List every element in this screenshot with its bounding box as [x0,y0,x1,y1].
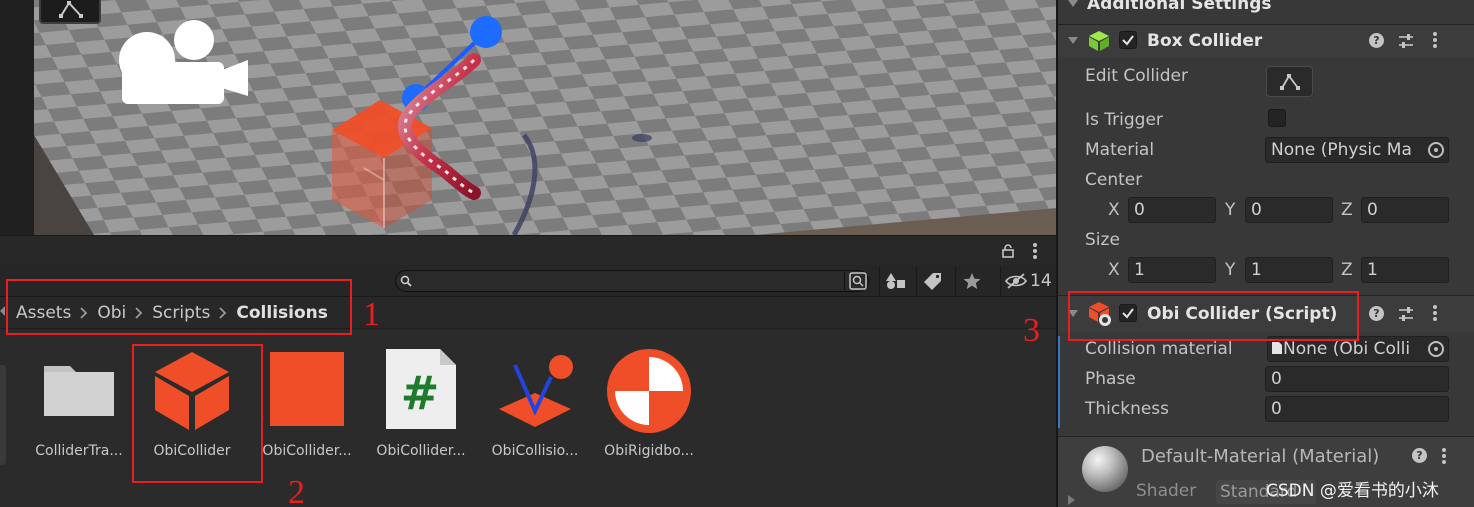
watermark: CSDN @爱看书的小沐 [1266,481,1439,501]
orange-square-icon [270,352,344,426]
panel-resize-handle[interactable] [0,365,6,465]
center-x-field[interactable]: 0 [1128,197,1216,223]
annotation-box-3 [1068,291,1359,341]
asset-item-obicollision-material[interactable]: ObiCollisio... [473,345,597,475]
center-z-field[interactable]: 0 [1361,197,1449,223]
scene-view[interactable] [0,0,1056,235]
search-input[interactable] [395,270,869,292]
preset-sliders-icon[interactable] [1397,305,1415,323]
is-trigger-checkbox[interactable] [1268,109,1286,127]
preset-sliders-icon[interactable] [1397,32,1415,50]
annotation-number-1: 1 [363,296,380,333]
asset-item-obicollider-2[interactable]: ObiCollider... [245,345,369,475]
svg-text:#: # [401,366,440,420]
lock-icon[interactable] [1001,244,1015,258]
scene-left-panel [0,0,34,235]
size-y-field[interactable]: 1 [1245,257,1333,283]
size-z-field[interactable]: 1 [1361,257,1449,283]
edit-collider-icon [59,1,83,18]
filter-by-type-button[interactable] [879,266,911,296]
material-title: Default-Material (Material) [1141,446,1380,467]
edit-collider-button[interactable] [1266,66,1313,97]
shader-label: Shader [1136,481,1197,501]
box-collider-icon [1089,31,1109,51]
is-trigger-label: Is Trigger [1085,110,1163,130]
search-by-type-icon[interactable] [848,271,868,291]
annotation-number-2: 2 [288,474,305,507]
csharp-script-icon: # [386,349,456,429]
object-picker-icon[interactable] [1428,341,1444,357]
search-icon [400,275,412,287]
asset-label: ObiCollider... [262,443,352,459]
size-z-label: Z [1341,260,1353,280]
material-value: None (Physic Ma [1271,140,1412,160]
help-icon[interactable]: ? [1412,448,1427,463]
collision-material-value: None (Obi Colli [1283,339,1411,359]
phase-field[interactable]: 0 [1265,366,1449,392]
asset-item-obicollider-script[interactable]: # ObiCollider... [359,345,483,475]
size-y-label: Y [1225,260,1236,280]
box-collider-title: Box Collider [1147,31,1263,51]
star-icon [963,273,980,289]
annotation-number-3: 3 [1023,312,1040,349]
eye-slash-icon [1005,273,1027,289]
thickness-label: Thickness [1085,399,1170,419]
asset-item-collidertracker[interactable]: ColliderTra... [17,345,141,475]
favorites-button[interactable] [955,266,987,296]
folder-icon [44,366,114,416]
component-menu-kebab-icon[interactable] [1433,32,1437,50]
edit-collider-icon [1279,73,1300,90]
size-label: Size [1085,230,1120,250]
asset-label: ObiRigidbo... [604,443,694,459]
phase-label: Phase [1085,369,1136,389]
edit-collider-gizmo-button[interactable] [39,0,101,24]
box-collider-enabled-checkbox[interactable] [1119,31,1137,49]
asset-label: ObiCollisio... [491,443,579,459]
file-icon [1272,342,1282,354]
material-label: Material [1085,140,1155,160]
additional-settings-title: Additional Settings [1087,0,1272,14]
filter-by-label-button[interactable] [916,266,948,296]
help-icon[interactable]: ? [1369,33,1384,48]
center-y-field[interactable]: 0 [1245,197,1333,223]
foldout-arrow-icon[interactable] [1068,495,1075,505]
search-separator [844,272,845,290]
collapse-arrow-icon[interactable] [0,306,5,316]
size-x-field[interactable]: 1 [1128,257,1216,283]
project-window-header [0,235,1056,265]
help-icon[interactable]: ? [1369,306,1384,321]
modified-indicator-bar [1058,336,1060,428]
obi-collision-material-icon [499,355,573,427]
component-menu-kebab-icon[interactable] [1433,305,1437,323]
asset-label: ObiCollider... [376,443,466,459]
project-menu-kebab-icon[interactable] [1033,243,1037,261]
center-z-label: Z [1341,200,1353,220]
material-preview-sphere [1082,446,1128,492]
edit-collider-label: Edit Collider [1085,66,1189,86]
scene-viewport[interactable] [34,0,1056,235]
obi-rigidbody-icon [607,349,691,433]
hidden-packages-toggle[interactable]: 14 [1000,266,1056,296]
material-menu-kebab-icon[interactable] [1442,448,1446,466]
foldout-arrow-icon [1068,0,1078,7]
shapes-filter-icon [885,273,905,289]
foldout-arrow-icon[interactable] [1068,37,1078,44]
collision-material-label: Collision material [1085,339,1233,359]
additional-settings-header[interactable]: Additional Settings [1058,0,1474,22]
object-picker-icon[interactable] [1428,142,1444,158]
asset-label: ColliderTra... [35,443,123,459]
box-collider-header[interactable]: Box Collider ? [1058,25,1474,57]
center-x-label: X [1108,200,1120,220]
center-label: Center [1085,170,1143,190]
material-field[interactable]: None (Physic Ma [1265,137,1449,163]
annotation-box-1 [6,279,352,335]
annotation-box-2 [132,344,263,483]
tag-icon [923,273,941,290]
asset-item-obirigidbody[interactable]: ObiRigidbo... [587,345,711,475]
hidden-count-label: 14 [1030,271,1052,291]
center-y-label: Y [1225,200,1236,220]
thickness-field[interactable]: 0 [1265,396,1449,422]
size-x-label: X [1108,260,1120,280]
